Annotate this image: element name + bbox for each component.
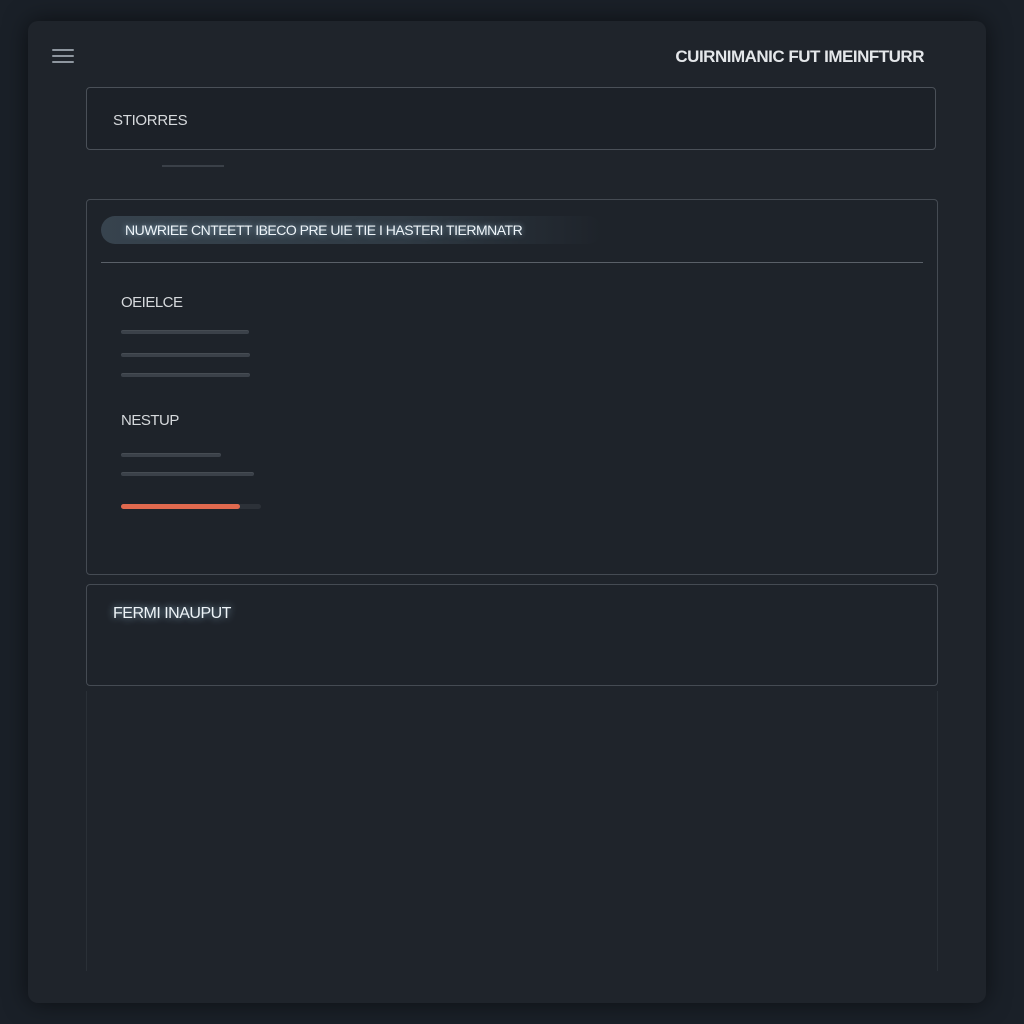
placeholder-line — [121, 373, 250, 377]
content-area — [86, 691, 938, 971]
placeholder-line — [121, 472, 254, 476]
placeholder-line — [121, 330, 249, 334]
menu-line — [52, 61, 74, 63]
section-label-2: NESTUP — [121, 412, 179, 429]
hamburger-menu-icon[interactable] — [52, 47, 74, 65]
progress-bar — [121, 504, 261, 509]
app-window: CUIRNIMANIC FUT IMEINFTURR STIORRES NUWR… — [28, 21, 986, 1003]
input-panel-label: FERMI INAUPUT — [113, 605, 231, 622]
menu-line — [52, 55, 74, 57]
placeholder-line — [121, 353, 250, 357]
section-label-1: OEIELCE — [121, 294, 183, 311]
panel-title: NUWRIEE CNTEETT IBECO PRE UIE TIE I HAST… — [101, 216, 603, 244]
main-panel: NUWRIEE CNTEETT IBECO PRE UIE TIE I HAST… — [86, 199, 938, 575]
search-underline — [162, 165, 224, 167]
menu-line — [52, 49, 74, 51]
progress-fill — [121, 504, 240, 509]
input-panel[interactable]: FERMI INAUPUT — [86, 584, 938, 686]
panel-divider — [101, 262, 923, 263]
page-title: CUIRNIMANIC FUT IMEINFTURR — [675, 47, 924, 66]
placeholder-line — [121, 453, 221, 457]
search-box[interactable]: STIORRES — [86, 87, 936, 150]
search-label: STIORRES — [113, 112, 188, 129]
